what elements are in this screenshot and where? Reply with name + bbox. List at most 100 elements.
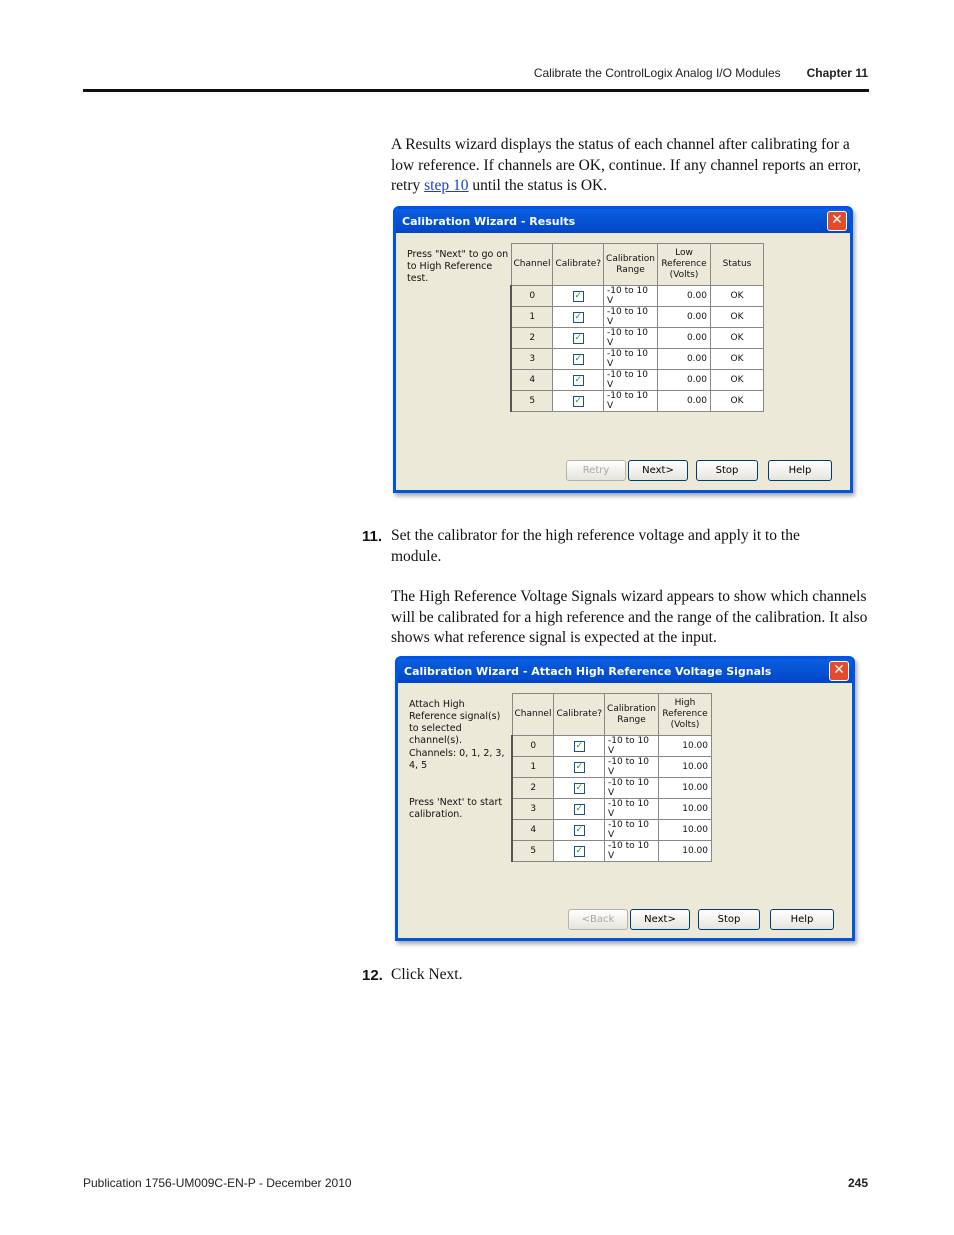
channel-cell: 2	[510, 327, 554, 349]
header-section: Calibrate the ControlLogix Analog I/O Mo…	[533, 66, 781, 80]
calibrate-checkbox[interactable]: ✓	[552, 390, 605, 412]
table-row: 1 ✓ -10 to 10 V 0.00 OK	[510, 306, 764, 328]
running-header: Calibrate the ControlLogix Analog I/O Mo…	[534, 66, 868, 80]
range-cell: -10 to 10 V	[604, 756, 659, 778]
back-button[interactable]: <Back	[568, 909, 628, 930]
calibrate-checkbox[interactable]: ✓	[552, 348, 605, 370]
channel-cell: 2	[511, 777, 555, 799]
calibrate-checkbox[interactable]: ✓	[553, 777, 606, 799]
calibrate-checkbox[interactable]: ✓	[552, 306, 605, 328]
next-button[interactable]: Next>	[628, 460, 688, 481]
reference-cell: 10.00	[658, 840, 712, 862]
col-calibrate: Calibrate?	[552, 243, 605, 286]
reference-cell: 10.00	[658, 756, 712, 778]
calibrate-checkbox[interactable]: ✓	[552, 327, 605, 349]
calibrate-checkbox[interactable]: ✓	[552, 369, 605, 391]
range-cell: -10 to 10 V	[603, 327, 658, 349]
reference-cell: 0.00	[657, 369, 711, 391]
status-cell: OK	[710, 369, 764, 391]
table-row: 2 ✓ -10 to 10 V 0.00 OK	[510, 327, 764, 349]
status-cell: OK	[710, 348, 764, 370]
range-cell: -10 to 10 V	[604, 819, 659, 841]
step-12-text: Click Next.	[391, 966, 463, 983]
calibrate-checkbox[interactable]: ✓	[553, 756, 606, 778]
header-chapter: Chapter 11	[806, 66, 868, 80]
range-cell: -10 to 10 V	[603, 285, 658, 307]
checkmark-icon[interactable]: ✓	[573, 824, 585, 836]
checkmark-icon[interactable]: ✓	[572, 290, 584, 302]
high-reference-table: Channel Calibrate? Calibration Range Hig…	[511, 693, 712, 862]
table-row: 3 ✓ -10 to 10 V 0.00 OK	[510, 348, 764, 370]
checkmark-icon[interactable]: ✓	[573, 761, 585, 773]
table-row: 0 ✓ -10 to 10 V 0.00 OK	[510, 285, 764, 307]
col-high-reference: High Reference (Volts)	[658, 693, 712, 736]
checkmark-icon[interactable]: ✓	[572, 311, 584, 323]
table-row: 4 ✓ -10 to 10 V 10.00	[511, 819, 712, 841]
results-screenshot: Calibration Wizard - Results ✕ Press "Ne…	[393, 206, 853, 493]
channel-cell: 0	[510, 285, 554, 307]
status-cell: OK	[710, 285, 764, 307]
start-instructions: Press 'Next' to start calibration.	[409, 797, 503, 820]
checkmark-icon[interactable]: ✓	[573, 803, 585, 815]
help-button[interactable]: Help	[768, 460, 832, 481]
results-dialog: Calibration Wizard - Results ✕ Press "Ne…	[393, 206, 853, 493]
table-row: 4 ✓ -10 to 10 V 0.00 OK	[510, 369, 764, 391]
reference-cell: 0.00	[657, 285, 711, 307]
range-cell: -10 to 10 V	[603, 390, 658, 412]
table-row: 2 ✓ -10 to 10 V 10.00	[511, 777, 712, 799]
range-cell: -10 to 10 V	[604, 798, 659, 820]
col-low-reference: Low Reference (Volts)	[657, 243, 711, 286]
attach-instructions: Attach High Reference signal(s) to selec…	[409, 699, 501, 746]
high-reference-screenshot: Calibration Wizard - Attach High Referen…	[395, 656, 855, 941]
table-row: 5 ✓ -10 to 10 V 10.00	[511, 840, 712, 862]
stop-button[interactable]: Stop	[698, 909, 760, 930]
checkmark-icon[interactable]: ✓	[573, 782, 585, 794]
calibrate-checkbox[interactable]: ✓	[553, 798, 606, 820]
high-reference-dialog: Calibration Wizard - Attach High Referen…	[395, 656, 855, 941]
table-row: 0 ✓ -10 to 10 V 10.00	[511, 735, 712, 757]
results-table: Channel Calibrate? Calibration Range Low…	[510, 243, 764, 412]
channel-cell: 4	[510, 369, 554, 391]
status-cell: OK	[710, 327, 764, 349]
step-12-number: 12.	[362, 967, 383, 984]
col-range: Calibration Range	[604, 693, 659, 736]
retry-button[interactable]: Retry	[566, 460, 626, 481]
channel-cell: 5	[510, 390, 554, 412]
calibrate-checkbox[interactable]: ✓	[553, 819, 606, 841]
table-row: 1 ✓ -10 to 10 V 10.00	[511, 756, 712, 778]
page-number: 245	[847, 1176, 868, 1190]
help-button[interactable]: Help	[770, 909, 834, 930]
channel-cell: 5	[511, 840, 555, 862]
header-rule	[83, 89, 869, 92]
reference-cell: 0.00	[657, 327, 711, 349]
dialog-titlebar: Calibration Wizard - Attach High Referen…	[398, 659, 852, 683]
calibrate-checkbox[interactable]: ✓	[552, 285, 605, 307]
col-channel: Channel	[511, 693, 555, 736]
checkmark-icon[interactable]: ✓	[572, 395, 584, 407]
close-icon[interactable]: ✕	[829, 661, 849, 681]
status-cell: OK	[710, 306, 764, 328]
checkmark-icon[interactable]: ✓	[572, 374, 584, 386]
step-10-link[interactable]: step 10	[424, 177, 468, 194]
calibrate-checkbox[interactable]: ✓	[553, 840, 606, 862]
status-cell: OK	[710, 390, 764, 412]
stop-button[interactable]: Stop	[696, 460, 758, 481]
range-cell: -10 to 10 V	[604, 777, 659, 799]
channel-cell: 3	[510, 348, 554, 370]
checkmark-icon[interactable]: ✓	[572, 332, 584, 344]
table-row: 5 ✓ -10 to 10 V 0.00 OK	[510, 390, 764, 412]
calibrate-checkbox[interactable]: ✓	[553, 735, 606, 757]
checkmark-icon[interactable]: ✓	[573, 845, 585, 857]
checkmark-icon[interactable]: ✓	[572, 353, 584, 365]
next-button[interactable]: Next>	[630, 909, 690, 930]
channel-cell: 1	[511, 756, 555, 778]
table-row: 3 ✓ -10 to 10 V 10.00	[511, 798, 712, 820]
intro-paragraph: A Results wizard displays the status of …	[391, 136, 862, 194]
close-icon[interactable]: ✕	[827, 211, 847, 231]
range-cell: -10 to 10 V	[603, 348, 658, 370]
dialog-titlebar: Calibration Wizard - Results ✕	[396, 209, 850, 233]
channel-cell: 1	[510, 306, 554, 328]
col-calibrate: Calibrate?	[553, 693, 606, 736]
col-status: Status	[710, 243, 764, 286]
checkmark-icon[interactable]: ✓	[573, 740, 585, 752]
